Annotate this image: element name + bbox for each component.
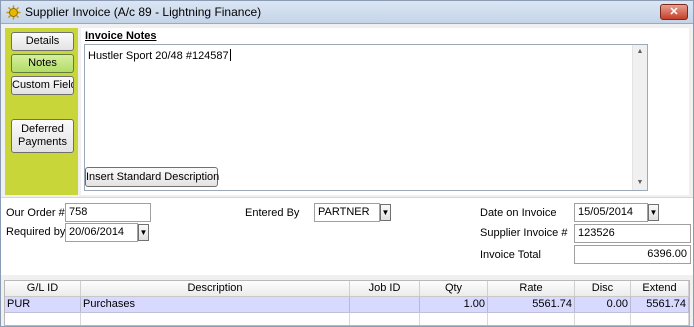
cell-disc[interactable]: 0.00 <box>575 297 631 312</box>
invoice-notes-heading: Invoice Notes <box>85 30 157 42</box>
title-bar[interactable]: Supplier Invoice (A/c 89 - Lightning Fin… <box>1 1 693 24</box>
empty-cell[interactable] <box>81 313 350 325</box>
date-on-invoice-field[interactable]: 15/05/2014 <box>574 203 648 222</box>
column-header-disc[interactable]: Disc <box>575 281 631 296</box>
notes-panel: Invoice Notes Hustler Sport 20/48 #12458… <box>81 28 689 195</box>
required-by-field[interactable]: 20/06/2014 <box>65 223 138 242</box>
scroll-up-arrow-icon[interactable]: ▲ <box>633 45 647 59</box>
cell-description[interactable]: Purchases <box>81 297 350 312</box>
column-header-qty[interactable]: Qty <box>420 281 488 296</box>
empty-row[interactable] <box>5 313 689 325</box>
cell-job-id[interactable] <box>350 297 420 312</box>
entered-by-label: Entered By <box>245 207 300 219</box>
cell-gl-id[interactable]: PUR <box>5 297 81 312</box>
column-header-description[interactable]: Description <box>81 281 350 296</box>
empty-cell[interactable] <box>420 313 488 325</box>
cell-rate[interactable]: 5561.74 <box>488 297 575 312</box>
our-order-field[interactable]: 758 <box>65 203 151 222</box>
column-header-job-id[interactable]: Job ID <box>350 281 420 296</box>
notes-scrollbar[interactable]: ▲ ▼ <box>632 45 647 190</box>
text-caret <box>229 49 231 61</box>
empty-cell[interactable] <box>350 313 420 325</box>
close-icon: ✕ <box>669 6 679 18</box>
entered-by-dropdown-icon[interactable]: ▼ <box>380 204 391 221</box>
scroll-down-arrow-icon[interactable]: ▼ <box>633 176 647 190</box>
invoice-total-label: Invoice Total <box>480 249 541 261</box>
empty-cell[interactable] <box>631 313 689 325</box>
required-by-label: Required by <box>6 226 66 238</box>
column-header-gl-id[interactable]: G/L ID <box>5 281 81 296</box>
notes-text: Hustler Sport 20/48 #124587 <box>88 50 229 62</box>
our-order-label: Our Order # <box>6 207 65 219</box>
notes-button[interactable]: Notes <box>11 54 74 73</box>
sidebar: Details Notes Custom Fields Deferred Pay… <box>5 28 78 195</box>
table-row[interactable]: PUR Purchases 1.00 5561.74 0.00 5561.74 <box>5 297 689 313</box>
empty-cell[interactable] <box>488 313 575 325</box>
column-header-extend[interactable]: Extend <box>631 281 689 296</box>
invoice-lines-grid: G/L ID Description Job ID Qty Rate Disc … <box>4 280 690 326</box>
window-title: Supplier Invoice (A/c 89 - Lightning Fin… <box>25 5 262 19</box>
details-button[interactable]: Details <box>11 32 74 51</box>
custom-fields-button[interactable]: Custom Fields <box>11 76 74 95</box>
invoice-header-form: Our Order # 758 Required by 20/06/2014 ▼… <box>1 197 693 275</box>
supplier-invoice-field[interactable]: 123526 <box>574 224 691 243</box>
supplier-invoice-window: Supplier Invoice (A/c 89 - Lightning Fin… <box>0 0 694 327</box>
cell-qty[interactable]: 1.00 <box>420 297 488 312</box>
required-by-dropdown-icon[interactable]: ▼ <box>138 224 149 241</box>
cell-extend[interactable]: 5561.74 <box>631 297 689 312</box>
column-header-rate[interactable]: Rate <box>488 281 575 296</box>
entered-by-field[interactable]: PARTNER <box>314 203 380 222</box>
grid-header: G/L ID Description Job ID Qty Rate Disc … <box>5 281 689 297</box>
empty-cell[interactable] <box>575 313 631 325</box>
date-on-invoice-dropdown-icon[interactable]: ▼ <box>648 204 659 221</box>
notes-text-line: Hustler Sport 20/48 #124587 <box>88 49 231 62</box>
invoice-total-field: 6396.00 <box>574 245 691 264</box>
deferred-payments-button[interactable]: Deferred Payments <box>11 119 74 153</box>
close-button[interactable]: ✕ <box>660 4 688 20</box>
supplier-invoice-label: Supplier Invoice # <box>480 227 568 239</box>
date-on-invoice-label: Date on Invoice <box>480 207 557 219</box>
empty-cell[interactable] <box>5 313 81 325</box>
insert-standard-description-button[interactable]: Insert Standard Description <box>85 167 219 187</box>
sun-gear-icon <box>6 5 21 20</box>
